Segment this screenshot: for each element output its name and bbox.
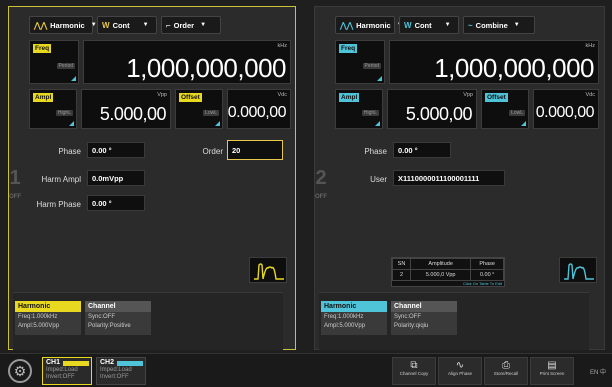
cont-wave-icon: W: [404, 20, 412, 30]
channel-number: 2: [315, 167, 327, 189]
order-label: Order: [202, 147, 223, 156]
harmonic-wave-icon: ⋀⋀: [340, 20, 354, 30]
channel-1-panel: 1 OFF ⋀⋀ Harmonic ▼ W Cont ▼ ⌐ Order ▼ Freq Pe…: [8, 6, 296, 350]
freq-key[interactable]: Freq Period: [335, 40, 385, 84]
language-toggle[interactable]: EN 中: [590, 367, 606, 376]
ch2-output-button[interactable]: CH2 Imped:Load Invert:OFF: [96, 357, 146, 385]
tab-harmonic[interactable]: Harmonic Freq:1.000kHz Ampl:5.000Vpp: [321, 301, 387, 335]
phase-field[interactable]: 0.00 °: [87, 142, 145, 158]
table-header: Amplitude: [409, 258, 472, 270]
harmonic-table[interactable]: SN Amplitude Phase 2 5.000,0 Vpp 0.00 ° …: [391, 257, 505, 287]
table-row[interactable]: 2 5.000,0 Vpp 0.00 °: [392, 269, 504, 281]
channel-state: OFF: [9, 194, 21, 200]
mode-dropdown[interactable]: W Cont ▼: [399, 16, 459, 34]
offset-display[interactable]: Vdc 0.000,00: [227, 89, 291, 129]
store-recall-button[interactable]: ⎙ Store/Recall: [484, 357, 528, 385]
table-header: Phase: [470, 258, 504, 270]
waveform-dropdown[interactable]: ⋀⋀Harmonic▼: [29, 16, 97, 34]
corner-icon: [71, 76, 76, 81]
order-field[interactable]: 20: [227, 140, 283, 160]
ampl-key[interactable]: Ampl HighL: [29, 89, 77, 129]
align-phase-button[interactable]: ∿ Align Phase: [438, 357, 482, 385]
offset-key[interactable]: Offset LowL: [175, 89, 223, 129]
ampl-display[interactable]: Vpp 5.000,00: [387, 89, 477, 129]
ch1-output-button[interactable]: CH1 Imped:Load Invert:OFF: [42, 357, 92, 385]
harm-phase-field[interactable]: 0.00 °: [87, 195, 145, 211]
channel-copy-button[interactable]: ⧉ Channel Copy: [392, 357, 436, 385]
channel-1-tabs: Harmonic Freq:1.000kHz Ampl:5.000Vpp Cha…: [13, 292, 283, 350]
harm-ampl-label: Harm Ampl: [41, 175, 81, 184]
channel-number: 1: [9, 167, 21, 189]
channel-2-panel: 2 OFF ⋀⋀Harmonic▼ WCont▼ ~Combine▼ Freq …: [314, 6, 605, 350]
chevron-down-icon: ▼: [513, 22, 520, 28]
phase-label: Phase: [364, 147, 387, 156]
print-icon: ▤: [547, 360, 557, 371]
harm-phase-label: Harm Phase: [36, 200, 81, 209]
tab-harmonic[interactable]: Harmonic Freq:1.000kHz Ampl:5.000Vpp: [15, 301, 81, 335]
step-wave-icon: ⌐: [166, 20, 171, 30]
channel-state: OFF: [315, 194, 327, 200]
corner-icon: [375, 121, 380, 126]
user-label: User: [370, 175, 387, 184]
chevron-down-icon: ▼: [200, 22, 207, 28]
harmonic-waveform-icon: [564, 263, 594, 280]
store-icon: ⎙: [502, 360, 510, 371]
type-dropdown[interactable]: ~ Combine ▼: [463, 16, 535, 34]
chevron-down-icon: ▼: [444, 22, 451, 28]
channel-2-tabs: Harmonic Freq:1.000kHz Ampl:5.000Vpp Cha…: [319, 292, 589, 350]
chevron-down-icon: ▼: [142, 22, 149, 28]
harmonic-waveform-icon: [254, 263, 284, 280]
waveform-preview[interactable]: [559, 257, 597, 283]
freq-display[interactable]: kHz 1,000,000,000: [83, 40, 291, 84]
user-field[interactable]: X1110000011100001111: [393, 170, 505, 186]
cont-wave-icon: W: [102, 20, 110, 30]
corner-icon: [69, 121, 74, 126]
table-hint: Click On Table To Edit: [463, 281, 502, 286]
table-header: SN: [392, 258, 411, 270]
bottom-toolbar: ⚙ CH1 Imped:Load Invert:OFF CH2 Imped:Lo…: [0, 353, 612, 387]
ampl-display[interactable]: Vpp 5.000,00: [81, 89, 171, 129]
waveform-dropdown[interactable]: ⋀⋀Harmonic▼: [335, 16, 403, 34]
waveform-preview[interactable]: [249, 257, 287, 283]
freq-key[interactable]: Freq Period: [29, 40, 79, 84]
type-dropdown[interactable]: ⌐ Order ▼: [161, 16, 221, 34]
freq-display[interactable]: kHz 1,000,000,000: [389, 40, 599, 84]
align-phase-icon: ∿: [455, 360, 465, 371]
ampl-key[interactable]: Ampl HighL: [335, 89, 383, 129]
harm-ampl-field[interactable]: 0.0mVpp: [87, 170, 145, 186]
corner-icon: [377, 76, 382, 81]
phase-field[interactable]: 0.00 °: [393, 142, 451, 158]
combine-wave-icon: ~: [468, 20, 473, 30]
harmonic-wave-icon: ⋀⋀: [34, 20, 48, 30]
ch2-color-bar: [117, 361, 143, 366]
ch1-color-bar: [63, 361, 89, 366]
corner-icon: [215, 121, 220, 126]
mode-dropdown[interactable]: W Cont ▼: [97, 16, 157, 34]
tab-channel[interactable]: Channel Sync:OFF Polarity:qiqiu: [391, 301, 457, 335]
offset-key[interactable]: Offset LowL: [481, 89, 529, 129]
corner-icon: [521, 121, 526, 126]
phase-label: Phase: [58, 147, 81, 156]
copy-icon: ⧉: [410, 360, 418, 371]
print-screen-button[interactable]: ▤ Print Screen: [530, 357, 574, 385]
settings-gear-icon[interactable]: ⚙: [8, 359, 32, 383]
chevron-down-icon: ▼: [90, 22, 97, 28]
awg-screen: 1 OFF ⋀⋀ Harmonic ▼ W Cont ▼ ⌐ Order ▼ Freq Pe…: [0, 0, 612, 387]
offset-display[interactable]: Vdc 0.000,00: [533, 89, 599, 129]
tab-channel[interactable]: Channel Sync:OFF Polarity:Positive: [85, 301, 151, 335]
